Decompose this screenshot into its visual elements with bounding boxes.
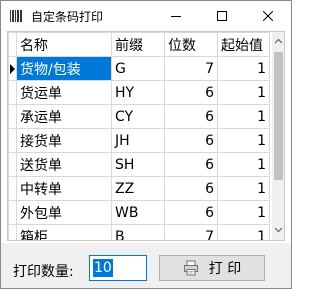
- cell-prefix[interactable]: B: [111, 224, 165, 240]
- cell-prefix[interactable]: WB: [111, 200, 165, 225]
- cell-prefix[interactable]: SH: [111, 152, 165, 177]
- chevron-down-icon: [274, 227, 283, 233]
- cell-digits[interactable]: 6: [164, 104, 218, 129]
- row-indicator[interactable]: [8, 176, 17, 201]
- table-row[interactable]: 箱柜 B 7 1: [8, 224, 270, 240]
- table-row[interactable]: 承运单 CY 6 1: [8, 104, 270, 129]
- cell-start[interactable]: 1: [217, 224, 270, 240]
- cell-name[interactable]: 货运单: [16, 80, 112, 105]
- row-indicator[interactable]: [8, 200, 17, 225]
- cell-digits[interactable]: 7: [164, 56, 218, 81]
- cell-name[interactable]: 接货单: [16, 128, 112, 153]
- chevron-up-icon: [274, 38, 283, 44]
- table-row[interactable]: 外包单 WB 6 1: [8, 200, 270, 225]
- row-indicator[interactable]: [8, 224, 17, 240]
- barcode-icon: [9, 9, 23, 23]
- barcode-grid[interactable]: 名称 前缀 位数 起始值 货物/包装 G 7 1 货运单 HY 6 1 承运单 …: [7, 31, 285, 241]
- cell-start[interactable]: 1: [217, 128, 270, 153]
- table-row[interactable]: 送货单 SH 6 1: [8, 152, 270, 177]
- maximize-icon: [217, 11, 227, 21]
- close-icon: [263, 11, 273, 21]
- current-row-arrow-icon: [10, 63, 15, 74]
- window-title: 自定条码打印: [31, 10, 104, 24]
- maximize-button[interactable]: [199, 1, 245, 31]
- quantity-label: 打印数量:: [13, 264, 74, 280]
- table-row[interactable]: 接货单 JH 6 1: [8, 128, 270, 153]
- print-button[interactable]: 打 印: [159, 255, 265, 281]
- cell-prefix[interactable]: JH: [111, 128, 165, 153]
- minimize-button[interactable]: [153, 1, 199, 31]
- quantity-value: 10: [93, 259, 113, 277]
- table-row[interactable]: 货运单 HY 6 1: [8, 80, 270, 105]
- row-indicator[interactable]: [8, 80, 17, 105]
- table-row[interactable]: 货物/包装 G 7 1: [8, 56, 270, 81]
- cell-digits[interactable]: 7: [164, 224, 218, 240]
- cell-name[interactable]: 货物/包装: [16, 56, 112, 81]
- cell-name[interactable]: 承运单: [16, 104, 112, 129]
- cell-digits[interactable]: 6: [164, 176, 218, 201]
- scroll-up-button[interactable]: [274, 35, 283, 47]
- cell-digits[interactable]: 6: [164, 152, 218, 177]
- row-indicator[interactable]: [8, 104, 17, 129]
- row-indicator[interactable]: [8, 152, 17, 177]
- cell-start[interactable]: 1: [217, 152, 270, 177]
- cell-start[interactable]: 1: [217, 80, 270, 105]
- scroll-thumb[interactable]: [274, 52, 283, 180]
- row-indicator[interactable]: [8, 56, 17, 81]
- minimize-icon: [171, 16, 181, 17]
- table-row[interactable]: 中转单 ZZ 6 1: [8, 176, 270, 201]
- print-button-label: 打 印: [208, 261, 242, 277]
- barcode-print-window: 自定条码打印 名称 前缀 位数 起始值 货物/包装 G 7 1 货运单 HY 6…: [0, 0, 292, 289]
- cell-start[interactable]: 1: [217, 200, 270, 225]
- title-bar[interactable]: 自定条码打印: [1, 1, 291, 31]
- cell-digits[interactable]: 6: [164, 200, 218, 225]
- column-header-prefix[interactable]: 前缀: [111, 32, 165, 57]
- column-header-digits[interactable]: 位数: [164, 32, 218, 57]
- row-header-corner: [8, 32, 17, 57]
- quantity-input[interactable]: 10: [89, 255, 147, 281]
- column-header-start[interactable]: 起始值: [217, 32, 270, 57]
- cell-name[interactable]: 外包单: [16, 200, 112, 225]
- cell-start[interactable]: 1: [217, 176, 270, 201]
- cell-start[interactable]: 1: [217, 104, 270, 129]
- cell-prefix[interactable]: ZZ: [111, 176, 165, 201]
- cell-digits[interactable]: 6: [164, 128, 218, 153]
- scroll-down-button[interactable]: [274, 224, 283, 236]
- cell-prefix[interactable]: HY: [111, 80, 165, 105]
- barcode-table: 名称 前缀 位数 起始值 货物/包装 G 7 1 货运单 HY 6 1 承运单 …: [8, 32, 270, 240]
- header-row: 名称 前缀 位数 起始值: [8, 32, 270, 57]
- vertical-scrollbar[interactable]: [272, 32, 284, 240]
- cell-prefix[interactable]: CY: [111, 104, 165, 129]
- cell-name[interactable]: 箱柜: [16, 224, 112, 240]
- row-indicator[interactable]: [8, 128, 17, 153]
- cell-digits[interactable]: 6: [164, 80, 218, 105]
- footer-bar: 打印数量: 10 打 印: [1, 243, 291, 288]
- cell-name[interactable]: 送货单: [16, 152, 112, 177]
- cell-prefix[interactable]: G: [111, 56, 165, 81]
- printer-icon: [183, 260, 198, 276]
- close-button[interactable]: [245, 1, 291, 31]
- cell-name[interactable]: 中转单: [16, 176, 112, 201]
- column-header-name[interactable]: 名称: [16, 32, 112, 57]
- cell-start[interactable]: 1: [217, 56, 270, 81]
